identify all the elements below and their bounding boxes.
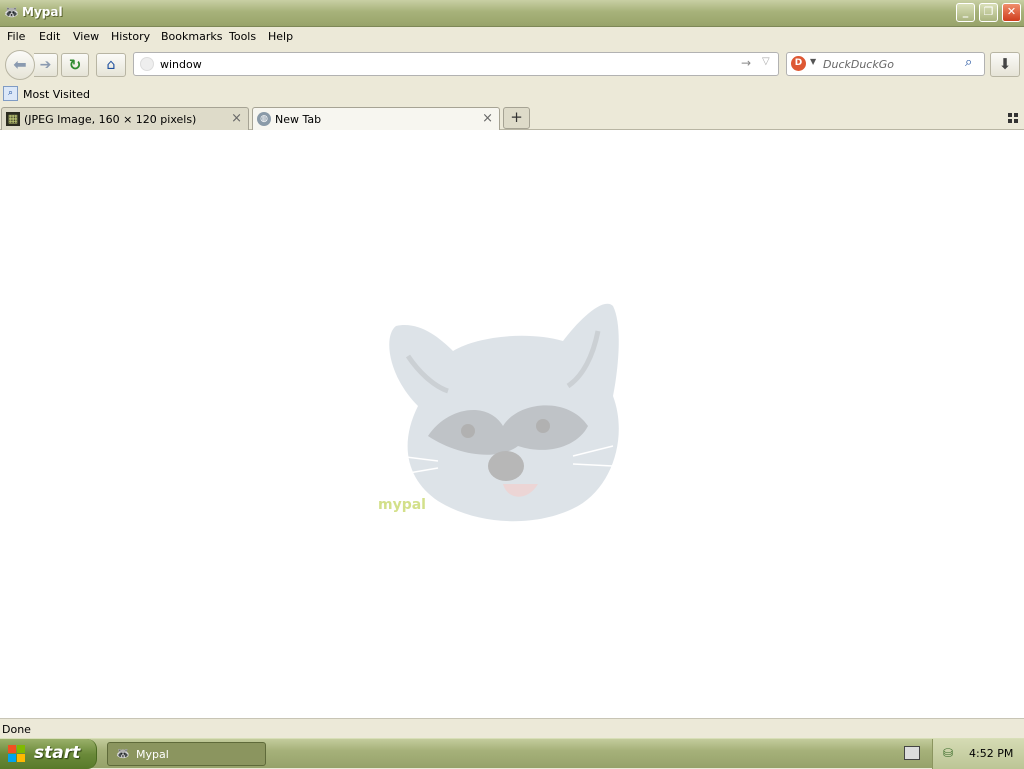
image-thumbnail-icon: ▦ [6, 112, 20, 126]
watermark-text: mypal [378, 497, 426, 513]
menu-tools[interactable]: Tools [229, 30, 256, 43]
menu-history[interactable]: History [111, 30, 150, 43]
tab-strip: ▦ (JPEG Image, 160 × 120 pixels) × ◍ New… [0, 105, 1024, 131]
raccoon-icon: 🦝 [4, 5, 19, 19]
menu-view[interactable]: View [73, 30, 99, 43]
restore-icon: ❐ [983, 5, 994, 18]
taskbar: start 🦝 Mypal ⛁ 4:52 PM [0, 738, 1024, 769]
tab-jpeg-image[interactable]: ▦ (JPEG Image, 160 × 120 pixels) × [1, 107, 249, 130]
start-button[interactable]: start [0, 739, 97, 769]
download-arrow-icon: ⬇ [998, 55, 1012, 73]
page-content: mypal [0, 130, 1024, 718]
reload-button[interactable]: ↻ [61, 53, 89, 77]
menu-bookmarks[interactable]: Bookmarks [161, 30, 222, 43]
close-icon: ✕ [1006, 5, 1017, 18]
restore-button[interactable]: ❐ [979, 3, 998, 22]
reload-icon: ↻ [68, 56, 82, 74]
network-icon[interactable]: ⛁ [943, 746, 959, 760]
window-title-bar[interactable]: 🦝 Mypal _ ❐ ✕ [0, 0, 1024, 27]
status-bar: Done [0, 718, 1024, 738]
site-identity-icon[interactable] [140, 57, 154, 71]
search-icon[interactable]: ⌕ [965, 55, 972, 70]
duckduckgo-icon[interactable]: D [791, 56, 806, 71]
menu-bar: File Edit View History Bookmarks Tools H… [0, 27, 1024, 47]
search-bar[interactable]: D ▼ DuckDuckGo ⌕ [786, 52, 985, 76]
tab-close-icon[interactable]: × [231, 111, 242, 126]
go-arrow-icon[interactable]: → [741, 56, 751, 70]
tab-close-icon[interactable]: × [482, 111, 493, 126]
raccoon-icon: 🦝 [116, 747, 130, 760]
menu-edit[interactable]: Edit [39, 30, 60, 43]
home-button[interactable]: ⌂ [96, 53, 126, 77]
windows-logo-icon [8, 745, 26, 763]
tab-groups-icon[interactable] [1008, 113, 1018, 123]
tab-label: New Tab [275, 113, 322, 126]
bookmark-most-visited[interactable]: Most Visited [23, 88, 90, 101]
back-button[interactable]: ⬅ [5, 50, 35, 80]
url-bar[interactable]: window → ▽ [133, 52, 779, 76]
most-visited-icon[interactable]: ⌕ [3, 86, 18, 101]
keyboard-icon[interactable] [904, 746, 920, 760]
start-label: start [34, 743, 81, 763]
window-title: Mypal [22, 5, 63, 19]
taskbar-item-mypal[interactable]: 🦝 Mypal [107, 742, 266, 766]
status-text: Done [2, 723, 31, 736]
search-input[interactable]: DuckDuckGo [823, 58, 894, 71]
clock[interactable]: 4:52 PM [969, 747, 1013, 760]
system-tray: ⛁ 4:52 PM [932, 739, 1024, 769]
globe-icon: ◍ [257, 112, 271, 126]
downloads-button[interactable]: ⬇ [990, 52, 1020, 77]
new-tab-button[interactable]: + [503, 107, 530, 129]
home-icon: ⌂ [106, 57, 116, 73]
menu-file[interactable]: File [7, 30, 25, 43]
navigation-toolbar: ➔ ⬅ ↻ ⌂ window → ▽ D ▼ DuckDuckGo ⌕ ⬇ [0, 47, 1024, 84]
bookmarks-toolbar: ⌕ Most Visited [0, 84, 1024, 105]
minimize-icon: _ [962, 5, 969, 18]
forward-button[interactable]: ➔ [34, 53, 58, 77]
back-arrow-icon: ⬅ [13, 55, 27, 74]
close-button[interactable]: ✕ [1002, 3, 1021, 22]
tab-new-tab[interactable]: ◍ New Tab × [252, 107, 500, 131]
plus-icon: + [510, 108, 523, 126]
history-dropdown-icon[interactable]: ▽ [762, 56, 770, 67]
raccoon-logo-watermark [389, 303, 619, 522]
engine-dropdown-icon[interactable]: ▼ [810, 57, 816, 66]
tab-label: (JPEG Image, 160 × 120 pixels) [24, 113, 197, 126]
menu-help[interactable]: Help [268, 30, 293, 43]
url-input[interactable]: window [160, 58, 202, 71]
forward-arrow-icon: ➔ [39, 57, 52, 73]
taskbar-item-label: Mypal [136, 748, 169, 761]
minimize-button[interactable]: _ [956, 3, 975, 22]
